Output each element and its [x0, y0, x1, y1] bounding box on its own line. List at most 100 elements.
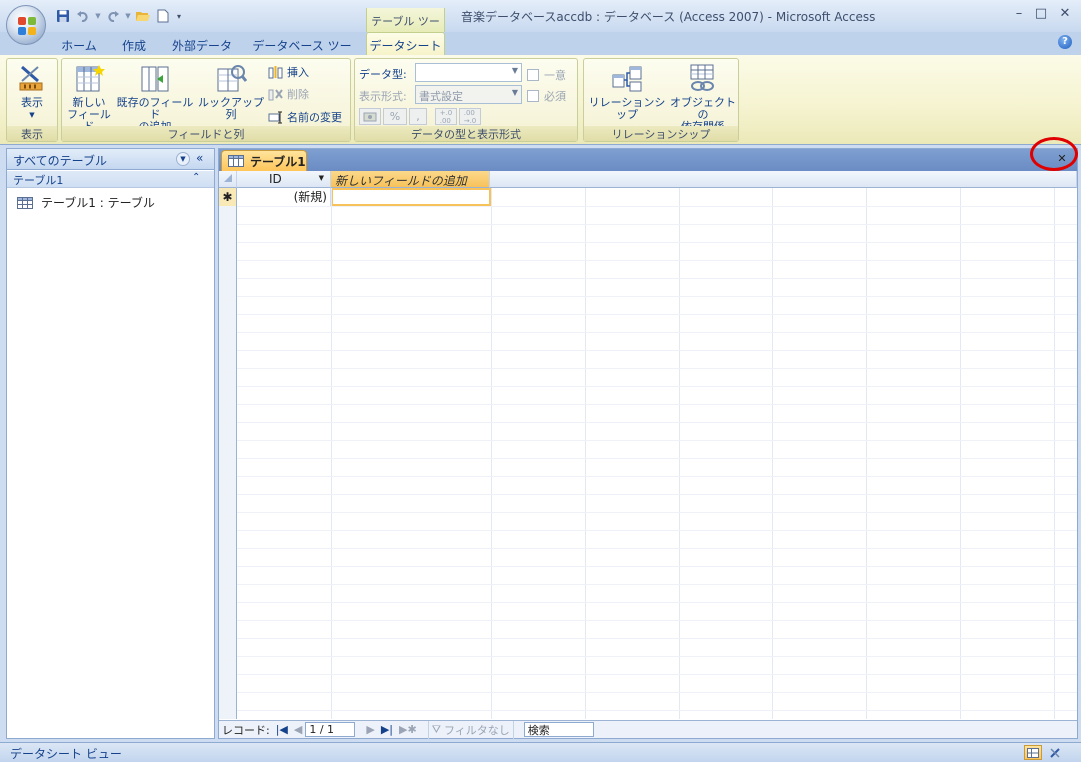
insert-column-button[interactable]: 挿入: [268, 64, 309, 80]
relationships-group: リレーションシップ オブジェクトの 依存関係 リレーションシップ: [583, 58, 739, 142]
data-type-select[interactable]: ▼: [415, 63, 522, 82]
column-dropdown-icon[interactable]: ▼: [319, 174, 324, 182]
new-record-selector[interactable]: ✱: [219, 188, 237, 206]
nav-item-table1[interactable]: テーブル1 : テーブル: [17, 194, 155, 211]
grid-row-line: [237, 584, 1077, 585]
relationships-button[interactable]: リレーションシップ: [586, 63, 668, 121]
column-header-add-new-field[interactable]: 新しいフィールドの追加: [331, 171, 490, 188]
chevron-down-icon: ▼: [511, 88, 518, 97]
tab-database-tools[interactable]: データベース ツール: [248, 35, 356, 70]
minimize-button[interactable]: –: [1010, 6, 1028, 24]
new-field-cell[interactable]: [331, 188, 491, 206]
undo-dropdown-icon[interactable]: ▼: [94, 7, 102, 25]
lookup-column-button[interactable]: ルックアップ列: [198, 63, 264, 121]
grid-row-line: [237, 440, 1077, 441]
required-checkbox-box: [527, 90, 539, 102]
datatype-formatting-group: データ型: ▼ 表示形式: 書式設定 ▼ 一意 必須 % , +.0.00 .0…: [354, 58, 578, 142]
rename-column-button[interactable]: 名前の変更: [268, 109, 342, 125]
next-record-icon[interactable]: ▶: [363, 721, 377, 739]
last-record-icon[interactable]: ▶|: [378, 721, 396, 739]
increase-decimals-icon[interactable]: +.0.00: [435, 108, 457, 125]
record-navigation-bar: レコード: |◀ ◀ 1 / 1 ▶ ▶| ▶✱ ⛛ フィルタなし 検索: [219, 720, 1077, 739]
object-dependencies-button[interactable]: オブジェクトの 依存関係: [670, 63, 736, 133]
data-type-label: データ型:: [359, 68, 407, 81]
grid-row-line: [237, 530, 1077, 531]
comma-format-icon[interactable]: ,: [409, 108, 427, 125]
grid-row-line: [237, 710, 1077, 711]
office-logo-icon: [18, 17, 36, 35]
search-input[interactable]: 検索: [523, 722, 594, 737]
title-bar: ▼ ▼ ▾ テーブル ツール 音楽データベースaccdb : データベース (A…: [0, 0, 1081, 44]
office-button[interactable]: [6, 5, 46, 45]
tab-home[interactable]: ホーム: [56, 35, 102, 55]
lookup-column-icon: [215, 63, 248, 93]
customize-qat-icon[interactable]: ▾: [174, 7, 184, 25]
help-icon[interactable]: ?: [1058, 35, 1072, 49]
first-record-icon[interactable]: |◀: [273, 721, 291, 739]
close-document-icon[interactable]: ✕: [1055, 152, 1069, 166]
undo-icon[interactable]: [74, 7, 92, 25]
decrease-decimals-icon[interactable]: .00 →.0: [459, 108, 481, 125]
nav-item-label: テーブル1 : テーブル: [41, 196, 155, 210]
view-button[interactable]: 表示 ▼: [11, 63, 53, 121]
number-format-buttons: % , +.0.00 .00 →.0: [359, 108, 481, 125]
column-header-id[interactable]: ID ▼: [237, 171, 331, 188]
nav-pane-title: すべてのテーブル: [13, 154, 107, 168]
grid-row-line: [237, 314, 1077, 315]
maximize-button[interactable]: □: [1032, 6, 1050, 24]
fields-columns-group-label: フィールドと列: [62, 126, 350, 141]
close-window-button[interactable]: ✕: [1056, 6, 1074, 24]
grid-column-line: [866, 188, 867, 719]
collapse-pane-icon[interactable]: «: [196, 151, 203, 165]
required-checkbox[interactable]: 必須: [527, 88, 566, 104]
tab-datasheet[interactable]: データシート: [366, 32, 445, 55]
grid-row-line: [237, 224, 1077, 225]
new-document-icon[interactable]: [154, 7, 172, 25]
view-group: 表示 ▼ 表示: [6, 58, 58, 142]
grid-row-line: [237, 566, 1077, 567]
add-existing-fields-button[interactable]: 既存のフィールド の追加: [114, 63, 196, 133]
new-record-icon[interactable]: ▶✱: [396, 721, 420, 739]
relationships-group-label: リレーションシップ: [584, 126, 738, 141]
percent-format-button[interactable]: %: [383, 108, 407, 125]
header-empty-area: [490, 171, 1077, 188]
grid-row-line: [237, 350, 1077, 351]
select-all-corner[interactable]: [219, 171, 237, 188]
collapse-group-icon[interactable]: ⌃: [192, 172, 200, 183]
grid-row-line: [237, 692, 1077, 693]
format-select[interactable]: 書式設定 ▼: [415, 85, 522, 104]
grid-row-line: [237, 368, 1077, 369]
new-field-button[interactable]: 新しい フィールド: [64, 63, 114, 133]
design-view-icon[interactable]: [1046, 745, 1064, 760]
open-folder-icon[interactable]: [134, 7, 152, 25]
unique-checkbox[interactable]: 一意: [527, 67, 566, 83]
grid-row-line: [237, 386, 1077, 387]
nav-group-header[interactable]: テーブル1 ⌃: [7, 171, 214, 188]
delete-column-button[interactable]: 削除: [268, 86, 309, 102]
tab-external-data[interactable]: 外部データ: [166, 35, 238, 55]
record-label: レコード:: [222, 723, 270, 737]
currency-format-icon[interactable]: [359, 108, 381, 125]
save-icon[interactable]: [54, 7, 72, 25]
grid-row-line: [237, 674, 1077, 675]
current-record-field[interactable]: 1 / 1: [305, 722, 356, 737]
redo-dropdown-icon[interactable]: ▼: [124, 7, 132, 25]
grid-row-line: [237, 638, 1077, 639]
new-row-id-cell[interactable]: (新規): [237, 188, 331, 206]
filter-status-button[interactable]: ⛛ フィルタなし: [427, 720, 514, 739]
grid-row-line: [237, 242, 1077, 243]
relationships-label: リレーションシップ: [588, 96, 666, 121]
nav-menu-chevron-icon[interactable]: ▼: [176, 152, 190, 166]
previous-record-icon[interactable]: ◀: [291, 721, 305, 739]
object-dependencies-icon: [687, 63, 719, 93]
nav-pane-header[interactable]: すべてのテーブル ▼ «: [7, 149, 214, 170]
grid-row-line: [237, 458, 1077, 459]
document-tab-table1[interactable]: テーブル1: [221, 150, 307, 171]
datasheet-view-icon[interactable]: [1024, 745, 1042, 760]
tab-create[interactable]: 作成: [112, 35, 156, 55]
grid-row-line: [237, 476, 1077, 477]
redo-icon[interactable]: [104, 7, 122, 25]
table-icon: [228, 155, 244, 167]
document-tab-bar: テーブル1 ✕: [219, 149, 1077, 171]
fields-columns-group: 新しい フィールド 既存のフィールド の追加: [61, 58, 351, 142]
